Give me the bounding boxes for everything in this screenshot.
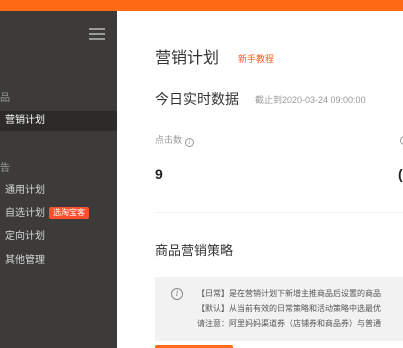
realtime-data-title: 今日实时数据: [155, 91, 239, 107]
metric-clicks-value: 9: [155, 166, 163, 182]
notice-line: 请注意：阿里妈妈渠道券（店铺券和商品券）与普通: [197, 319, 381, 328]
sidebar-item-custom-plan[interactable]: 自选计划 选淘宝客: [0, 204, 117, 224]
sidebar-item-other-management[interactable]: 其他管理: [0, 251, 117, 271]
sidebar-item-label: 定向计划: [5, 231, 45, 242]
divider: [155, 212, 403, 213]
sidebar-section-label: 品: [0, 93, 10, 104]
sidebar-item-targeted-plan[interactable]: 定向计划: [0, 227, 117, 247]
metric-clicks-label-text: 点击数: [155, 135, 183, 145]
page-title: 营销计划: [155, 50, 220, 67]
sidebar-item-label: 自选计划: [5, 208, 45, 219]
strategy-section-title: 商品营销策略: [155, 243, 234, 258]
sidebar-item-marketing-plan[interactable]: 营销计划: [0, 111, 117, 131]
sidebar-item-general-plan[interactable]: 通用计划: [0, 181, 117, 201]
notice-line: 【日常】是在营销计划下新增主推商品后设置的商品: [197, 289, 381, 298]
sidebar-item-label: 通用计划: [5, 185, 45, 196]
info-icon[interactable]: i: [185, 138, 195, 147]
main-content: 营销计划 新手教程 今日实时数据 截止到2020-03-24 09:00:00 …: [117, 11, 403, 348]
guide-link[interactable]: 新手教程: [238, 52, 274, 65]
menu-toggle-icon[interactable]: [89, 28, 105, 40]
notice-box: i 【日常】是在营销计划下新增主推商品后设置的商品 【默认】从当前有效的日常策略…: [155, 277, 403, 341]
metric-clicks-label: 点击数 i: [155, 133, 195, 147]
sidebar-item-label: 其他管理: [5, 255, 45, 266]
sidebar-item-badge: 选淘宝客: [49, 207, 89, 219]
sidebar: 品 营销计划 告 通用计划 自选计划 选淘宝客 定向计划 其他管理: [0, 11, 117, 348]
metric-2-value: (: [398, 166, 403, 182]
top-bar: [0, 0, 403, 11]
notice-line: 【默认】从当前有效的日常策略和活动策略中选最优: [197, 304, 381, 313]
info-icon: i: [171, 288, 183, 300]
data-timestamp: 截止到2020-03-24 09:00:00: [255, 95, 366, 105]
sidebar-item-label: 营销计划: [5, 115, 45, 126]
sidebar-section-label: 告: [0, 163, 10, 174]
